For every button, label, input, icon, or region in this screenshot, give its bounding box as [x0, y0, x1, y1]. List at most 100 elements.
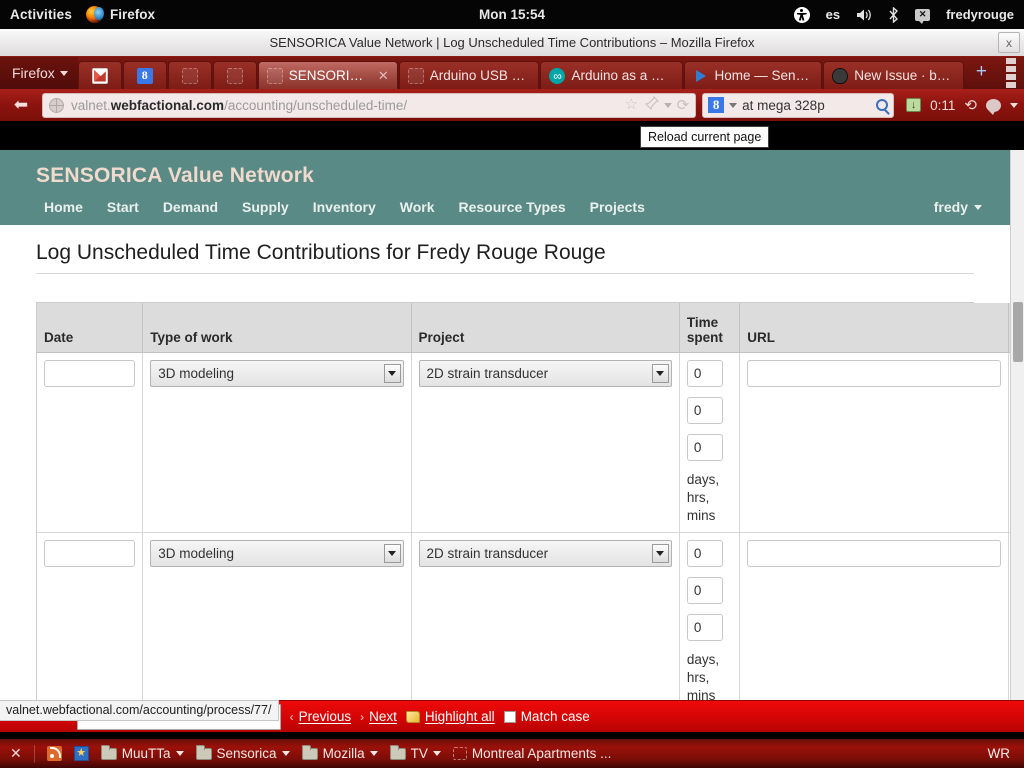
accessibility-icon[interactable]	[793, 6, 810, 23]
chevron-down-icon[interactable]	[1010, 102, 1018, 108]
type-of-work-select[interactable]: 3D modeling	[150, 540, 404, 567]
minutes-input[interactable]	[686, 434, 723, 461]
window-close-button[interactable]: x	[998, 32, 1020, 53]
find-next-button[interactable]: › Next	[360, 709, 397, 724]
bookmark-folder-tv[interactable]: TV	[389, 744, 441, 761]
match-case-label: Match case	[520, 709, 590, 724]
search-icon[interactable]	[876, 99, 889, 111]
type-of-work-select[interactable]: 3D modeling	[150, 360, 404, 387]
chevron-down-icon[interactable]	[663, 102, 672, 108]
keyboard-layout-indicator[interactable]: es	[826, 7, 840, 22]
nav-item-start[interactable]: Start	[107, 199, 139, 215]
firefox-menu-button[interactable]: Firefox	[0, 57, 78, 89]
nav-item-home[interactable]: Home	[44, 199, 83, 215]
nav-item-demand[interactable]: Demand	[163, 199, 218, 215]
find-previous-button[interactable]: ‹ Previous	[290, 709, 352, 724]
user-name[interactable]: fredyrouge	[946, 7, 1014, 22]
bookmark-folder-sensorica[interactable]: Sensorica	[195, 744, 290, 761]
close-icon[interactable]: ✕	[10, 745, 22, 762]
tab-pinned-google[interactable]: 8	[122, 61, 167, 89]
rss-icon[interactable]	[46, 746, 62, 761]
site-navigation: Home Start Demand Supply Inventory Work …	[0, 188, 1010, 225]
url-input[interactable]	[747, 540, 1001, 567]
nav-item-supply[interactable]: Supply	[242, 199, 289, 215]
url-prefix: valnet.	[71, 97, 111, 113]
new-tab-button[interactable]: +	[965, 61, 998, 86]
chevron-down-icon	[281, 751, 290, 756]
nav-item-projects[interactable]: Projects	[590, 199, 645, 215]
chat-icon[interactable]	[986, 98, 1001, 115]
sync-icon[interactable]: ⟲	[964, 96, 977, 114]
downloads-icon[interactable]	[906, 98, 922, 112]
url-input[interactable]	[747, 360, 1001, 387]
list-all-tabs-button[interactable]	[998, 58, 1024, 88]
chevron-down-icon[interactable]	[729, 102, 738, 108]
cell-project: 2D strain transducer	[411, 352, 680, 533]
shield-icon	[832, 67, 849, 84]
nav-item-resource-types[interactable]: Resource Types	[458, 199, 565, 215]
blank-favicon-icon	[452, 747, 467, 760]
minutes-input[interactable]	[686, 614, 723, 641]
messaging-icon[interactable]: ✕	[915, 8, 931, 24]
bookmark-star-icon[interactable]: ☆	[625, 97, 640, 112]
close-icon[interactable]: ✕	[378, 68, 389, 84]
chevron-down-icon	[369, 751, 378, 756]
tab-pinned-blank-2[interactable]	[212, 61, 257, 89]
tab-arduino-usb-hid[interactable]: Arduino USB HID...	[398, 61, 540, 89]
tab-sensorica[interactable]: SENSORICA V... ✕	[257, 61, 398, 89]
site-brand[interactable]: SENSORICA Value Network	[0, 164, 1010, 188]
bookmark-star-icon[interactable]	[73, 746, 89, 761]
search-bar[interactable]: 8 at mega 328p	[702, 92, 895, 118]
chevron-down-icon	[974, 204, 982, 210]
nav-item-inventory[interactable]: Inventory	[313, 199, 376, 215]
blank-favicon-icon	[407, 67, 424, 84]
tab-home-sensorica[interactable]: Home — Sensori...	[683, 61, 823, 89]
highlight-all-button[interactable]: Highlight all	[405, 709, 495, 724]
app-menu-firefox[interactable]: Firefox	[86, 6, 155, 23]
tab-arduino-as-hid[interactable]: Arduino as a HID ...	[540, 61, 683, 89]
url-bar[interactable]: valnet.webfactional.com/accounting/unsch…	[42, 92, 697, 118]
days-input[interactable]	[686, 540, 723, 567]
days-input[interactable]	[686, 360, 723, 387]
scrollbar-thumb[interactable]	[1013, 302, 1023, 362]
reload-icon[interactable]: ⟳	[677, 96, 690, 114]
nav-item-work[interactable]: Work	[400, 199, 435, 215]
cell-time-spent: days, hrs, mins	[679, 352, 741, 533]
url-path: /accounting/unscheduled-time/	[224, 97, 408, 113]
pin-icon[interactable]	[644, 95, 659, 115]
back-button[interactable]: ⬅	[6, 92, 36, 118]
date-input[interactable]	[44, 360, 136, 387]
chevron-down-icon	[383, 544, 401, 563]
project-select[interactable]: 2D strain transducer	[418, 540, 672, 567]
bookmark-folder-mozilla[interactable]: Mozilla	[301, 744, 378, 761]
cell-type-of-work: 3D modeling	[142, 352, 412, 533]
gnome-top-bar: Activities Firefox Mon 15:54 es ✕ fredyr…	[0, 0, 1024, 29]
urlbar-actions: ☆ ⟳	[625, 95, 690, 115]
hours-input[interactable]	[686, 397, 723, 424]
search-input[interactable]: at mega 328p	[742, 98, 871, 113]
volume-icon[interactable]	[856, 8, 872, 22]
tab-pinned-gmail[interactable]	[77, 61, 122, 89]
blank-favicon-icon	[226, 67, 243, 84]
date-input[interactable]	[44, 540, 136, 567]
window-title: SENSORICA Value Network | Log Unschedule…	[269, 35, 755, 50]
tab-pinned-blank-1[interactable]	[167, 61, 212, 89]
bluetooth-icon[interactable]	[888, 6, 899, 23]
user-menu[interactable]: fredy	[934, 199, 1010, 215]
type-of-work-value: 3D modeling	[158, 366, 234, 381]
google-icon[interactable]: 8	[708, 97, 725, 113]
folder-icon	[301, 744, 318, 760]
hours-input[interactable]	[686, 577, 723, 604]
contributions-table: Date Type of work Project Time spent URL…	[37, 303, 1010, 711]
activities-button[interactable]: Activities	[0, 7, 86, 22]
bookmark-folder-muutta[interactable]: MuuTTa	[100, 744, 184, 761]
column-header-url: URL	[739, 303, 1009, 353]
time-units-label: days, hrs, mins	[686, 652, 720, 703]
checkbox-icon	[503, 710, 516, 723]
match-case-checkbox[interactable]: Match case	[503, 709, 590, 724]
tab-new-issue[interactable]: New Issue · bhau...	[823, 61, 964, 89]
project-select[interactable]: 2D strain transducer	[418, 360, 672, 387]
page-vertical-scrollbar[interactable]	[1010, 150, 1024, 711]
bookmark-montreal-apartments[interactable]: Montreal Apartments ...	[452, 746, 611, 761]
system-tray: es ✕ fredyrouge	[793, 6, 1024, 24]
